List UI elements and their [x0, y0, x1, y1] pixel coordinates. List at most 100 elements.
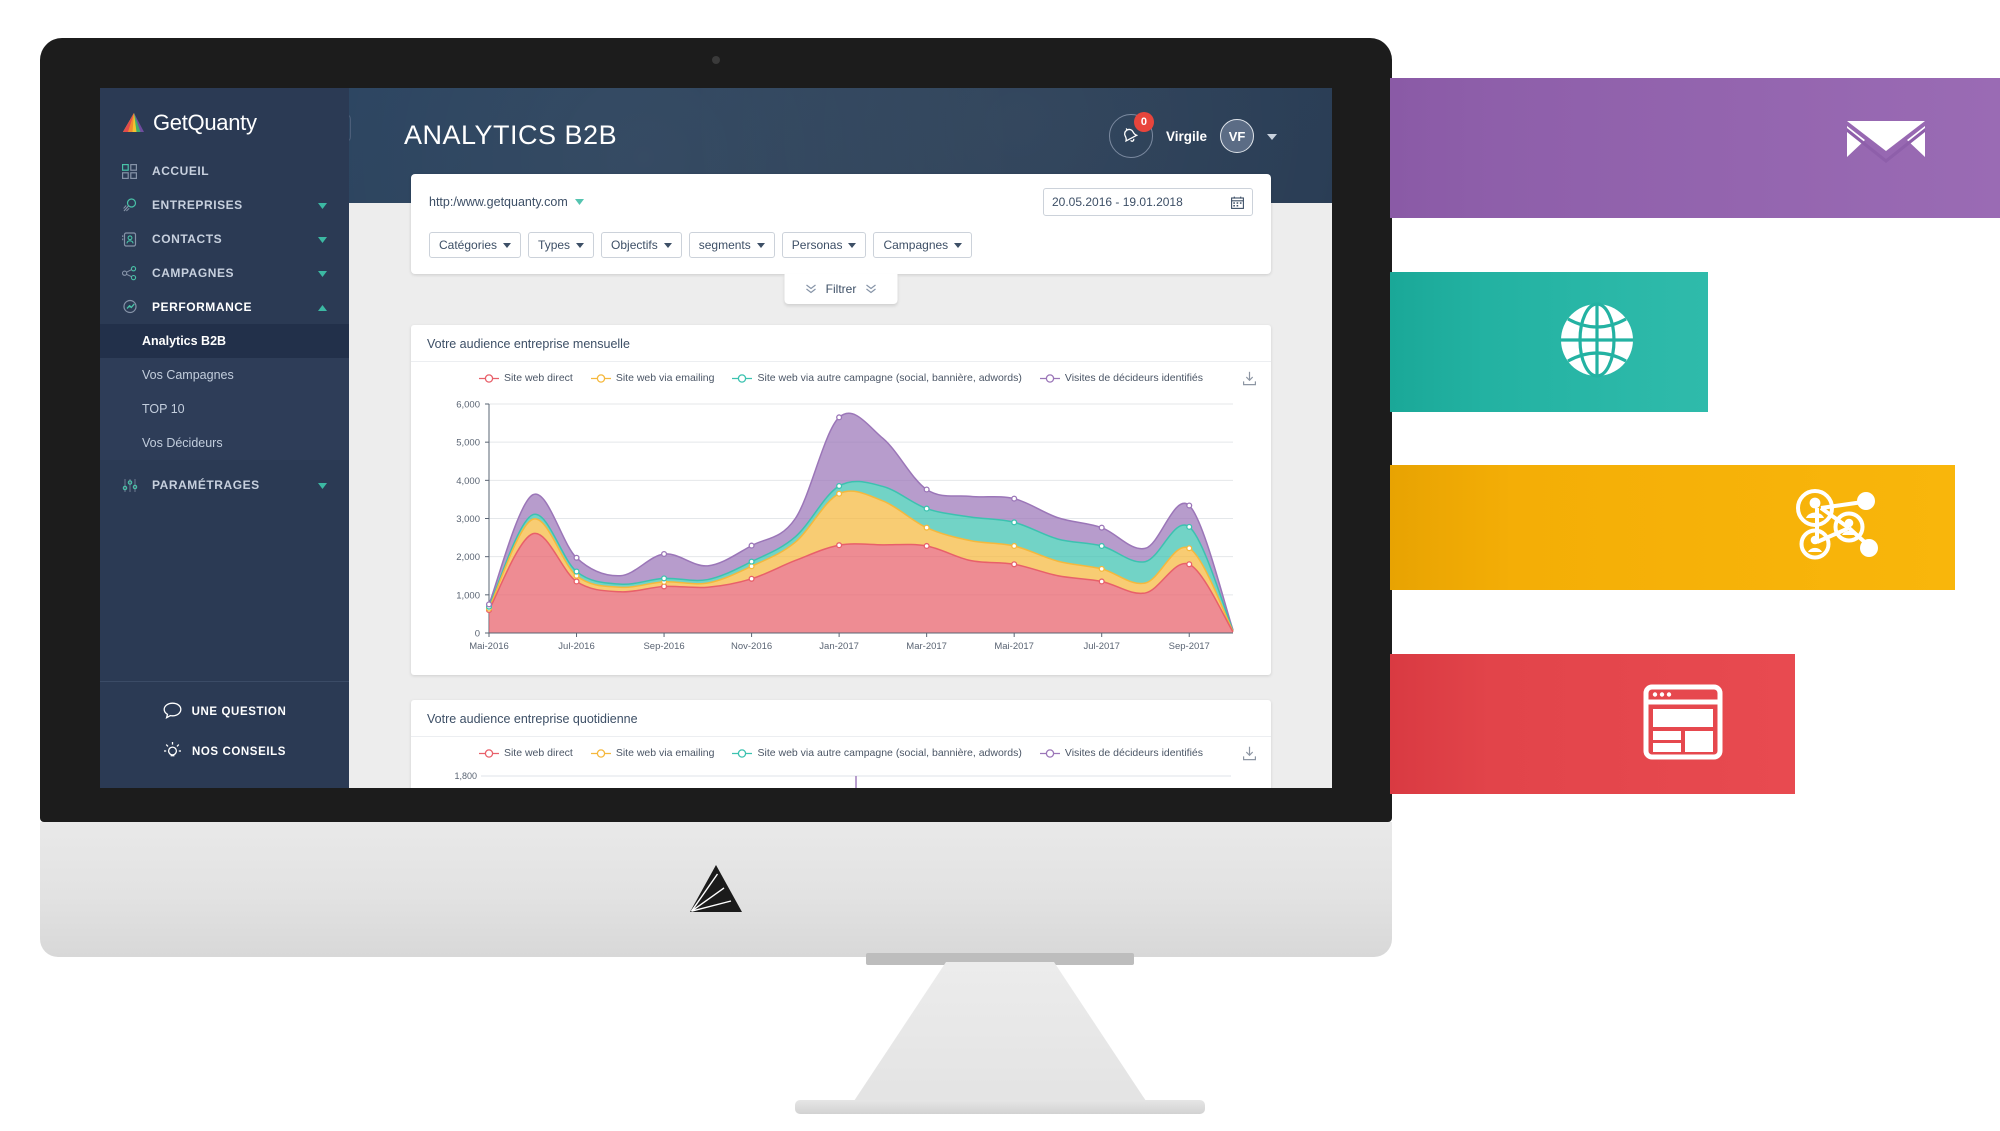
legend-marker-icon — [732, 373, 753, 383]
legend-label: Visites de décideurs identifiés — [1064, 372, 1204, 384]
legend-marker-icon — [1039, 748, 1060, 758]
svg-text:2,000: 2,000 — [456, 552, 480, 563]
sidebar-item-parametrages[interactable]: PARAMÉTRAGES — [100, 468, 349, 502]
legend-item-emailing[interactable]: Site web via emailing — [590, 372, 714, 384]
legend-item-emailing[interactable]: Site web via emailing — [590, 747, 715, 759]
sidebar-item-performance[interactable]: PERFORMANCE — [100, 290, 349, 324]
tips-button[interactable]: NOS CONSEILS — [100, 732, 349, 772]
sidebar: GetQuanty ACCUEIL ENTREPRISES CONTACTS C… — [100, 88, 349, 788]
legend-label: Site web via autre campagne (social, ban… — [757, 372, 1022, 384]
help-question-label: UNE QUESTION — [191, 706, 287, 718]
legend-item-direct[interactable]: Site web direct — [478, 372, 573, 384]
chevron-down-icon — [954, 242, 963, 248]
social-banner[interactable] — [1390, 465, 1955, 590]
avatar[interactable]: VF — [1220, 119, 1254, 153]
legend-item-autre-campagne[interactable]: Site web via autre campagne (social, ban… — [732, 372, 1022, 384]
people-network-icon — [1787, 486, 1883, 569]
legend-label: Site web direct — [503, 372, 573, 384]
getquanty-triangle-icon — [123, 113, 144, 132]
sidebar-item-campagnes[interactable]: CAMPAGNES — [100, 256, 349, 290]
display-banner[interactable] — [1390, 654, 1795, 794]
filtrer-toggle[interactable]: Filtrer — [784, 274, 898, 304]
download-icon[interactable] — [1242, 371, 1257, 391]
chevron-down-icon — [318, 198, 327, 212]
chevron-down-icon — [756, 242, 765, 248]
svg-text:Mai-2017: Mai-2017 — [994, 641, 1034, 652]
filter-campagnes-button[interactable]: Campagnes — [873, 232, 973, 258]
filter-button-label: Catégories — [439, 238, 498, 252]
sidebar-subitem-vos-campagnes[interactable]: Vos Campagnes — [100, 358, 349, 392]
screenshot-root: GetQuanty ACCUEIL ENTREPRISES CONTACTS C… — [0, 0, 2000, 1131]
filtrer-label: Filtrer — [825, 282, 857, 296]
legend-item-decideurs[interactable]: Visites de décideurs identifiés — [1039, 372, 1204, 384]
sidebar-item-label: PARAMÉTRAGES — [152, 478, 260, 492]
filter-panel: http:/www.getquanty.com 20.05.2016 - 19.… — [411, 174, 1271, 304]
legend-item-direct[interactable]: Site web direct — [478, 747, 573, 759]
chevron-down-icon — [848, 242, 857, 248]
page-title: ANALYTICS B2B — [404, 120, 618, 150]
legend-label: Site web via emailing — [615, 747, 715, 759]
sidebar-collapse-button[interactable] — [349, 114, 351, 142]
main-content: ANALYTICS B2B 0 Virgile VF http:/www.get… — [349, 88, 1332, 788]
legend-label: Site web via autre campagne (social, ban… — [757, 747, 1022, 759]
screen-content: GetQuanty ACCUEIL ENTREPRISES CONTACTS C… — [100, 88, 1332, 788]
notifications-badge: 0 — [1133, 112, 1154, 132]
filter-button-label: Types — [538, 238, 571, 252]
brand-name: GetQuanty — [153, 110, 257, 135]
legend-item-decideurs[interactable]: Visites de décideurs identifiés — [1039, 747, 1204, 759]
sidebar-item-accueil[interactable]: ACCUEIL — [100, 154, 349, 188]
legend-marker-icon — [590, 748, 611, 758]
daily-card-title: Votre audience entreprise quotidienne — [411, 700, 1271, 737]
sidebar-subitem-analytics-b2b[interactable]: Analytics B2B — [100, 324, 349, 358]
notifications-button[interactable]: 0 — [1108, 112, 1154, 158]
filter-categories-button[interactable]: Catégories — [429, 232, 522, 258]
monthly-card-title: Votre audience entreprise mensuelle — [411, 325, 1271, 362]
settings-icon — [122, 478, 144, 493]
svg-text:Mai-2016: Mai-2016 — [469, 641, 509, 652]
svg-text:Jan-2017: Jan-2017 — [819, 641, 859, 652]
sidebar-item-label: CAMPAGNES — [152, 266, 235, 280]
legend-marker-icon — [1039, 373, 1060, 383]
monitor-stand-foot — [795, 1100, 1205, 1114]
sidebar-item-label: ENTREPRISES — [152, 198, 243, 212]
filter-personas-button[interactable]: Personas — [781, 232, 867, 258]
svg-text:6,000: 6,000 — [456, 400, 480, 411]
filter-top-row: http:/www.getquanty.com 20.05.2016 - 19.… — [429, 188, 1253, 216]
sidebar-subitem-vos-decideurs[interactable]: Vos Décideurs — [100, 426, 349, 460]
sidebar-item-contacts[interactable]: CONTACTS — [100, 222, 349, 256]
sidebar-subitem-label: Vos Campagnes — [142, 368, 234, 382]
chevron-down-icon — [318, 232, 327, 246]
sidebar-subitem-label: TOP 10 — [142, 402, 185, 416]
chevron-down-icon — [574, 199, 584, 205]
sidebar-subitem-label: Analytics B2B — [142, 334, 227, 348]
monthly-area-chart: 0 1,000 2,000 3,000 4,000 5,000 6,000 Mai-2016 J… — [411, 390, 1271, 675]
user-name: Virgile — [1165, 128, 1207, 144]
date-range-picker[interactable]: 20.05.2016 - 19.01.2018 — [1043, 188, 1253, 216]
legend-item-autre-campagne[interactable]: Site web via autre campagne (social, ban… — [732, 747, 1022, 759]
filter-types-button[interactable]: Types — [528, 232, 595, 258]
monitor-stand-body — [850, 962, 1150, 1107]
download-icon[interactable] — [1242, 746, 1257, 766]
site-selector[interactable]: http:/www.getquanty.com — [429, 195, 584, 209]
legend-label: Visites de décideurs identifiés — [1064, 747, 1204, 759]
user-menu-chevron-down-icon[interactable] — [1267, 127, 1277, 145]
daily-audience-card: Votre audience entreprise quotidienne Si… — [411, 700, 1271, 788]
sidebar-subitem-top-10[interactable]: TOP 10 — [100, 392, 349, 426]
header-user-area: 0 Virgile VF — [1108, 112, 1277, 158]
sidebar-item-entreprises[interactable]: ENTREPRISES — [100, 188, 349, 222]
emailing-banner[interactable] — [1390, 78, 2000, 218]
brand-logo[interactable]: GetQuanty — [100, 88, 349, 154]
calendar-icon — [1231, 196, 1244, 209]
filter-objectifs-button[interactable]: Objectifs — [601, 232, 682, 258]
svg-text:5,000: 5,000 — [456, 438, 480, 449]
help-question-button[interactable]: UNE QUESTION — [100, 692, 349, 732]
svg-text:Sep-2017: Sep-2017 — [1169, 641, 1210, 652]
globe-icon — [1558, 301, 1636, 384]
filter-segments-button[interactable]: segments — [688, 232, 775, 258]
network-icon — [122, 265, 144, 281]
daily-area-chart: 1,800 — [411, 765, 1271, 788]
website-banner[interactable] — [1390, 272, 1708, 412]
grid-icon — [122, 163, 144, 179]
chevron-down-icon — [318, 266, 327, 280]
